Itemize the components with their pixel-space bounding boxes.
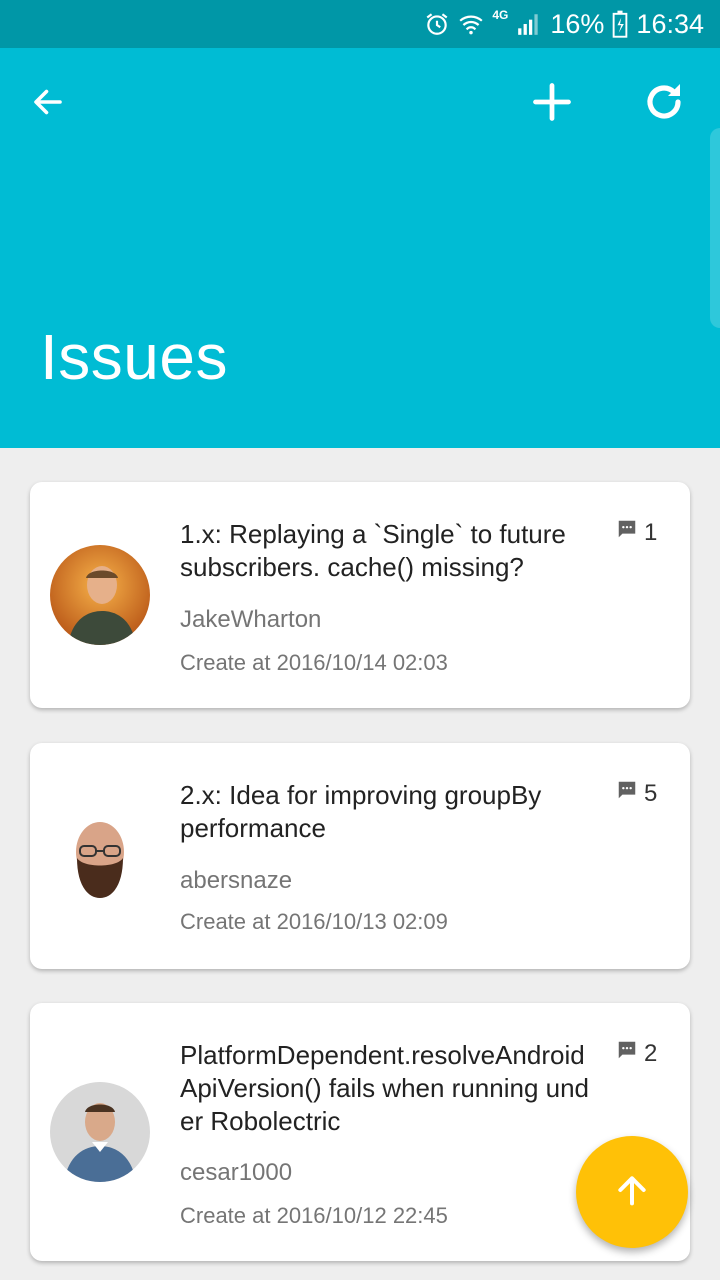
back-arrow-icon <box>30 84 66 125</box>
issue-author: cesar1000 <box>180 1159 293 1186</box>
page-title: Issues <box>40 321 228 393</box>
network-type: 4G <box>492 8 509 22</box>
battery-charging-icon <box>612 10 628 38</box>
add-issue-button[interactable] <box>516 68 588 140</box>
back-button[interactable] <box>12 68 84 140</box>
app-bar: Issues <box>0 48 720 448</box>
add-icon <box>530 80 574 129</box>
alarm-icon <box>424 11 450 37</box>
issue-title: PlatformDependent.resolveAndroidApiVersi… <box>180 1040 590 1136</box>
wifi-icon <box>458 11 484 37</box>
issue-title: 2.x: Idea for improving groupBy performa… <box>180 780 542 843</box>
comment-count-value: 2 <box>644 1039 658 1067</box>
avatar <box>50 806 150 906</box>
issue-card[interactable]: 2.x: Idea for improving groupBy performa… <box>30 743 690 969</box>
comment-count: 5 <box>616 779 657 808</box>
avatar <box>50 1082 150 1182</box>
comment-count-value: 5 <box>644 779 658 807</box>
issue-title: 1.x: Replaying a `Single` to future subs… <box>180 519 566 582</box>
edge-panel-handle[interactable] <box>710 128 720 328</box>
issue-author: JakeWharton <box>180 606 322 633</box>
comment-count-value: 1 <box>644 518 658 546</box>
comment-icon <box>616 779 638 808</box>
arrow-up-icon <box>612 1170 652 1215</box>
issue-author: abersnaze <box>180 867 293 894</box>
refresh-button[interactable] <box>628 68 700 140</box>
signal-icon <box>516 11 542 37</box>
comment-count: 2 <box>616 1039 657 1068</box>
battery-percent: 16% <box>550 8 605 39</box>
issue-created: Create at 2016/10/13 02:09 <box>180 909 448 934</box>
comment-icon <box>616 1039 638 1068</box>
refresh-icon <box>640 78 688 131</box>
scroll-to-top-button[interactable] <box>576 1136 688 1248</box>
clock: 16:34 <box>636 8 704 39</box>
issue-card[interactable]: 1.x: Replaying a `Single` to future subs… <box>30 482 690 708</box>
status-bar: 4G 16% 16:34 <box>0 0 720 48</box>
issue-created: Create at 2016/10/12 22:45 <box>180 1203 448 1228</box>
comment-count: 1 <box>616 518 657 547</box>
avatar <box>50 545 150 645</box>
comment-icon <box>616 518 638 547</box>
issue-created: Create at 2016/10/14 02:03 <box>180 650 448 675</box>
